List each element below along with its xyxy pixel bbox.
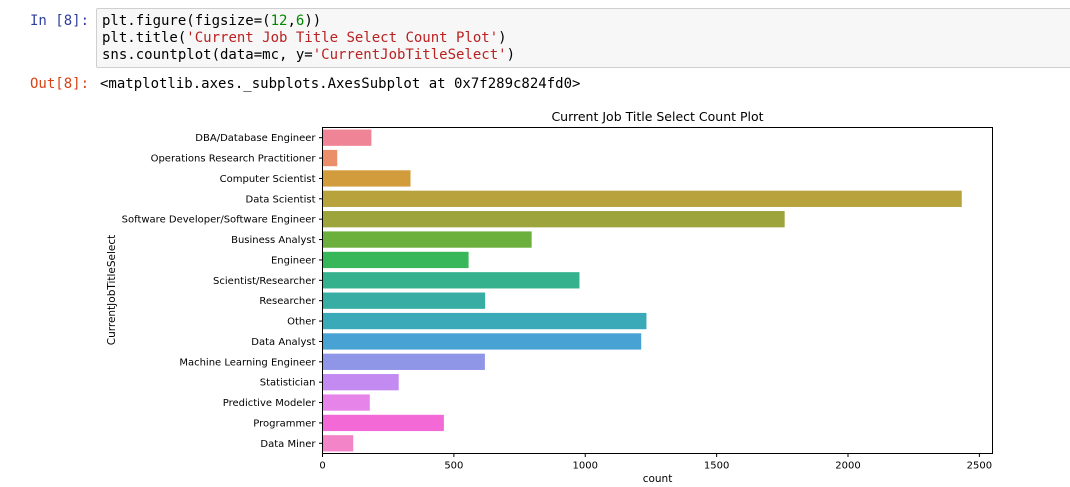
bar — [322, 312, 647, 330]
bar — [322, 251, 469, 269]
bar — [322, 170, 411, 187]
bar — [322, 129, 372, 146]
y-tick-label: Programmer — [253, 418, 316, 429]
bar — [322, 190, 962, 207]
bar — [322, 272, 580, 289]
bar — [322, 211, 785, 228]
bar — [322, 333, 642, 350]
y-tick-label: DBA/Database Engineer — [195, 133, 316, 144]
y-tick-label: Data Miner — [260, 439, 316, 450]
bar — [322, 292, 486, 309]
y-tick-label: Data Scientist — [246, 194, 316, 205]
y-tick-label: Software Developer/Software Engineer — [122, 215, 317, 226]
bar — [322, 353, 485, 370]
count-plot: DBA/Database Engineer Operations Research… — [106, 109, 993, 485]
x-axis-label: count — [643, 473, 673, 485]
y-tick-label: Scientist/Researcher — [213, 276, 316, 287]
y-tick-label: Statistician — [260, 378, 316, 389]
bar — [322, 394, 370, 411]
y-tick-label: Predictive Modeler — [223, 398, 317, 409]
x-tick-label: 2000 — [835, 461, 860, 472]
bar — [322, 435, 354, 452]
bar — [322, 374, 399, 391]
x-tick-label: 500 — [444, 461, 463, 472]
x-tick-label: 0 — [319, 461, 325, 472]
chart-title: Current Job Title Select Count Plot — [551, 109, 763, 124]
y-tick-label: Computer Scientist — [220, 174, 316, 185]
y-tick-label: Engineer — [271, 255, 316, 266]
y-tick-label: Researcher — [259, 296, 316, 307]
bar — [322, 414, 444, 432]
x-tick-label: 1500 — [704, 461, 729, 472]
x-tick-label: 2500 — [967, 461, 992, 472]
bar — [322, 231, 532, 248]
y-tick-label: Data Analyst — [251, 337, 315, 348]
y-tick-label: Business Analyst — [231, 235, 315, 246]
x-tick-label: 1000 — [573, 461, 598, 472]
y-tick-label: Other — [287, 317, 316, 328]
bar — [322, 149, 338, 167]
y-axis-label: CurrentJobTitleSelect — [106, 235, 118, 346]
y-tick-label: Machine Learning Engineer — [179, 357, 316, 368]
y-tick-label: Operations Research Practitioner — [151, 154, 317, 165]
axes-frame — [322, 127, 993, 454]
